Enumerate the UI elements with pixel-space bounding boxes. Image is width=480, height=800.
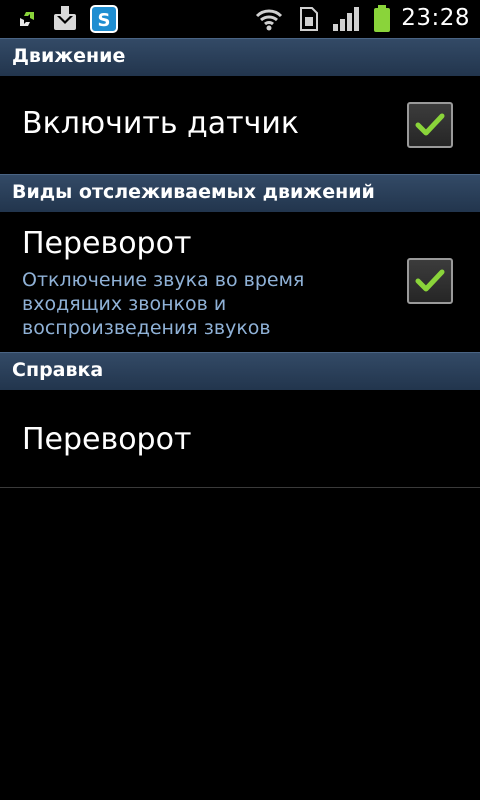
enable-sensor-checkbox[interactable] bbox=[407, 102, 453, 148]
checkmark-icon bbox=[415, 113, 445, 136]
category-header-tracked-motions: Виды отслеживаемых движений bbox=[0, 174, 480, 212]
category-title: Движение bbox=[12, 45, 126, 67]
skype-icon: S bbox=[90, 5, 118, 33]
turn-over-checkbox[interactable] bbox=[407, 258, 453, 304]
signal-icon bbox=[333, 7, 359, 31]
clock: 23:28 bbox=[401, 5, 470, 31]
help-turn-over-row[interactable]: Переворот bbox=[0, 390, 480, 486]
category-header-help: Справка bbox=[0, 352, 480, 390]
turn-over-row[interactable]: Переворот Отключение звука во время вход… bbox=[0, 212, 480, 352]
category-title: Виды отслеживаемых движений bbox=[12, 181, 375, 203]
checkmark-icon bbox=[415, 269, 445, 292]
status-bar: S 23:28 bbox=[0, 0, 480, 38]
sim-card-icon bbox=[300, 7, 318, 31]
sync-arrows-icon bbox=[18, 12, 36, 26]
download-icon bbox=[54, 6, 76, 30]
wifi-icon bbox=[255, 9, 283, 31]
svg-text:S: S bbox=[98, 10, 111, 31]
turn-over-summary: Отключение звука во время входящих звонк… bbox=[22, 269, 305, 339]
battery-icon bbox=[374, 5, 390, 32]
enable-sensor-row[interactable]: Включить датчик bbox=[0, 76, 480, 174]
help-turn-over-title: Переворот bbox=[22, 422, 192, 457]
category-title: Справка bbox=[12, 359, 104, 381]
turn-over-title: Переворот bbox=[22, 226, 192, 261]
list-divider bbox=[0, 487, 480, 488]
enable-sensor-title: Включить датчик bbox=[22, 106, 299, 141]
category-header-motion: Движение bbox=[0, 38, 480, 76]
